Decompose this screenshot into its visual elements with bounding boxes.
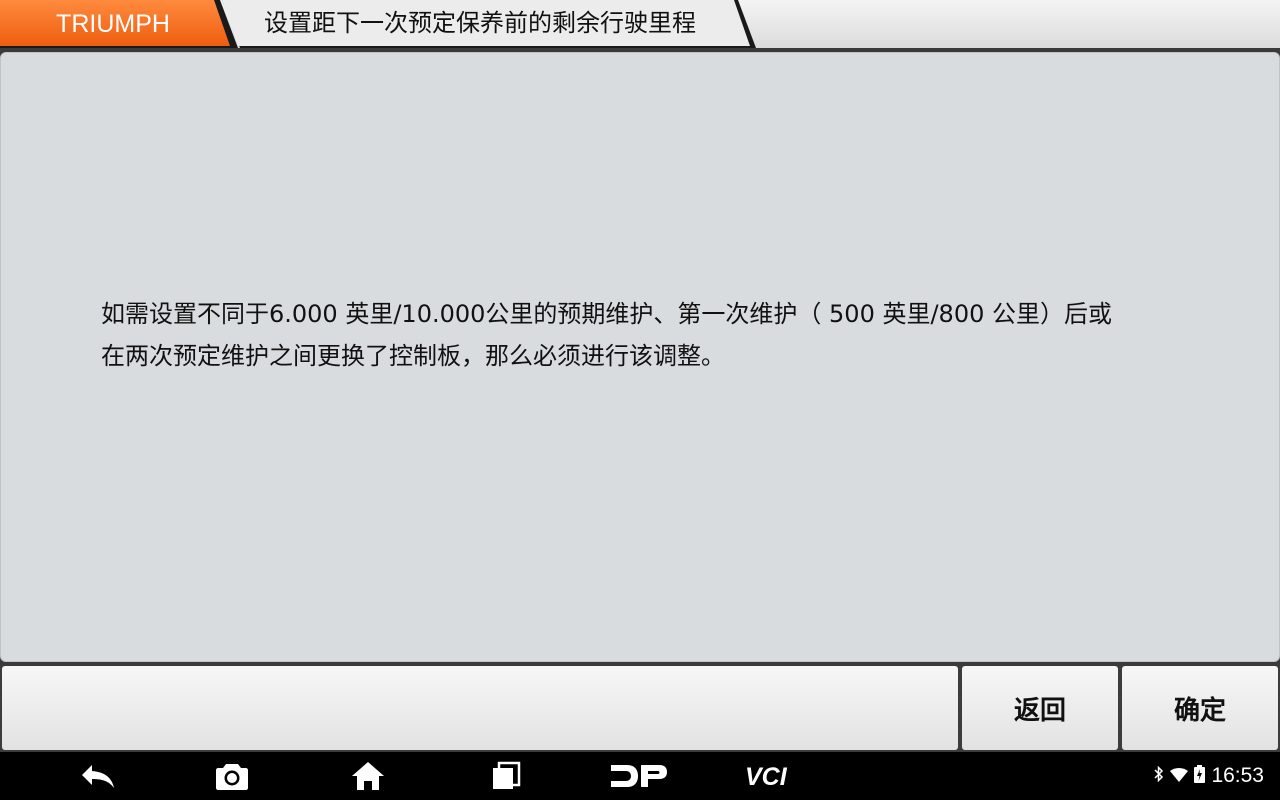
system-navigation-bar: VCI 16:53 <box>0 752 1280 800</box>
dp-icon[interactable] <box>606 752 672 800</box>
breadcrumb-title: 设置距下一次预定保养前的剩余行驶里程 <box>222 0 762 48</box>
wifi-icon <box>1170 767 1189 786</box>
battery-icon <box>1194 765 1206 787</box>
clock-time: 16:53 <box>1211 764 1264 787</box>
confirm-button[interactable]: 确定 <box>1122 666 1278 750</box>
recent-apps-icon[interactable] <box>482 752 530 800</box>
status-area: 16:53 <box>1154 752 1264 800</box>
bluetooth-icon <box>1154 765 1164 786</box>
header-bar: TRIUMPH 设置距下一次预定保养前的剩余行驶里程 <box>0 0 1280 48</box>
home-icon[interactable] <box>344 752 392 800</box>
action-bar-empty-area <box>2 666 958 750</box>
camera-icon[interactable] <box>208 752 256 800</box>
brand-label: TRIUMPH <box>56 10 170 38</box>
vci-icon[interactable]: VCI <box>740 752 812 800</box>
action-bar: 返回 确定 <box>0 666 1280 752</box>
message-text: 如需设置不同于6.000 英里/10.000公里的预期维护、第一次维护（ 500… <box>101 300 1112 370</box>
svg-text:VCI: VCI <box>745 763 788 789</box>
back-button[interactable]: 返回 <box>962 666 1118 750</box>
back-icon[interactable] <box>72 752 124 800</box>
page-title: 设置距下一次预定保养前的剩余行驶里程 <box>264 9 696 37</box>
breadcrumb-brand[interactable]: TRIUMPH <box>0 0 240 48</box>
message-panel: 如需设置不同于6.000 英里/10.000公里的预期维护、第一次维护（ 500… <box>0 52 1280 662</box>
